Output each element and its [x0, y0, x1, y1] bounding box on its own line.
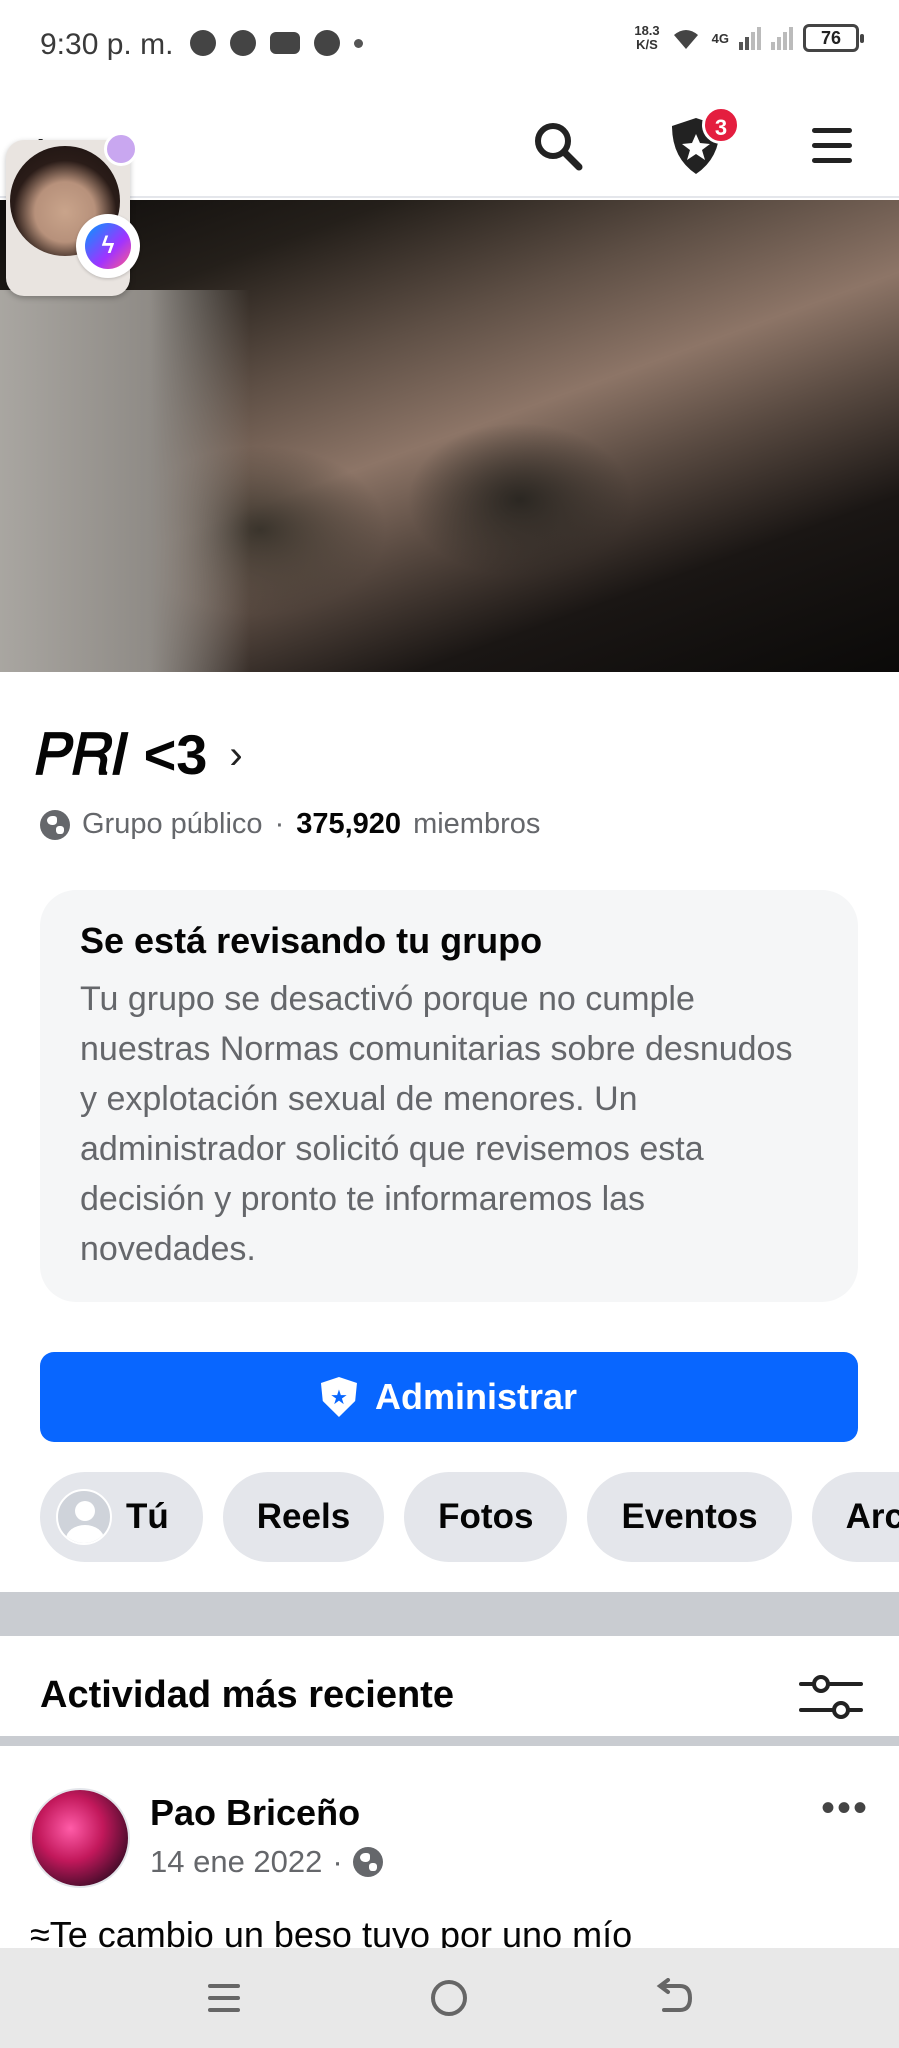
review-notice-card: Se está revisando tu grupo Tu grupo se d…: [40, 890, 858, 1302]
admin-shield-icon: ★: [320, 1377, 357, 1417]
status-notification-icons: [190, 30, 363, 56]
status-time: 9:30 p. m.: [40, 28, 174, 61]
section-divider: [0, 1592, 899, 1636]
app-notification-icon: [230, 30, 256, 56]
chevron-right-icon: ›: [229, 733, 243, 777]
network-type: 4G: [711, 30, 729, 46]
battery-icon: 76: [803, 24, 864, 52]
chip-reels[interactable]: Reels: [222, 1472, 385, 1562]
group-tabs: Tú Reels Fotos Eventos Archi: [40, 1472, 899, 1562]
group-meta: Grupo público · 375,920 miembros: [40, 808, 540, 841]
cover-left-light: [0, 290, 250, 672]
globe-icon: [40, 809, 70, 840]
members-label: miembros: [413, 808, 541, 840]
review-notice-body: Tu grupo se desactivó porque no cumple n…: [80, 980, 793, 1268]
globe-icon: [352, 1847, 383, 1877]
post-meta: 14 ene 2022 ·: [150, 1844, 383, 1880]
more-notifications-icon: [354, 38, 363, 48]
status-bar: 9:30 p. m. 18.3 K/S 4G 76: [0, 0, 899, 90]
feed-post: Pao Briceño 14 ene 2022 · ••• ≈Te cambio…: [0, 1756, 899, 1948]
manage-button-label: Administrar: [374, 1376, 578, 1417]
chip-photos[interactable]: Fotos: [404, 1472, 568, 1562]
youtube-notification-icon: [270, 32, 300, 54]
manage-button[interactable]: ★ Administrar: [40, 1352, 858, 1442]
recent-apps-icon[interactable]: [196, 1970, 252, 2026]
post-author-name[interactable]: Pao Briceño: [150, 1792, 360, 1834]
group-cover-photo[interactable]: [0, 200, 899, 672]
online-indicator: [104, 132, 138, 166]
menu-icon[interactable]: [800, 114, 864, 178]
chip-you[interactable]: Tú: [40, 1472, 203, 1562]
chip-files[interactable]: Archi: [811, 1472, 899, 1562]
group-privacy: Grupo público: [82, 808, 263, 840]
post-author-avatar[interactable]: [30, 1788, 130, 1888]
recent-activity-header: Actividad más reciente: [0, 1636, 899, 1746]
group-name[interactable]: 𝑃𝑅𝐼 <3 ›: [36, 722, 243, 789]
more-options-icon[interactable]: •••: [821, 1786, 869, 1831]
review-notice-title: Se está revisando tu grupo: [80, 920, 543, 961]
system-nav-bar: [0, 1948, 899, 2048]
group-name-text: 𝑃𝑅𝐼 <3: [36, 723, 208, 786]
post-text: ≈Te cambio un beso tuyo por uno mío: [30, 1914, 633, 1948]
post-date[interactable]: 14 ene 2022: [150, 1844, 322, 1880]
post-meta-separator: ·: [332, 1844, 343, 1879]
network-speed: 18.3 K/S: [634, 23, 660, 52]
filter-sliders-icon[interactable]: [799, 1672, 863, 1722]
back-nav-icon[interactable]: [646, 1970, 702, 2026]
recent-activity-title: Actividad más reciente: [40, 1674, 454, 1716]
pinterest-notification-icon: [314, 30, 340, 56]
messenger-icon: ϟ: [76, 214, 140, 278]
home-icon[interactable]: [421, 1970, 477, 2026]
signal-icon: [739, 26, 761, 50]
members-count: 375,920: [296, 808, 402, 840]
messenger-notification-icon: [190, 30, 216, 56]
status-system-icons: 18.3 K/S 4G 76: [634, 23, 864, 52]
search-icon[interactable]: [526, 114, 590, 178]
wifi-icon: [673, 30, 698, 49]
chip-events[interactable]: Eventos: [587, 1472, 792, 1562]
signal-2-icon: [771, 26, 793, 50]
user-avatar-icon: [56, 1489, 112, 1545]
notification-badge: 3: [702, 106, 740, 144]
meta-separator: ·: [274, 808, 285, 840]
messenger-bolt-icon: ϟ: [85, 223, 131, 269]
